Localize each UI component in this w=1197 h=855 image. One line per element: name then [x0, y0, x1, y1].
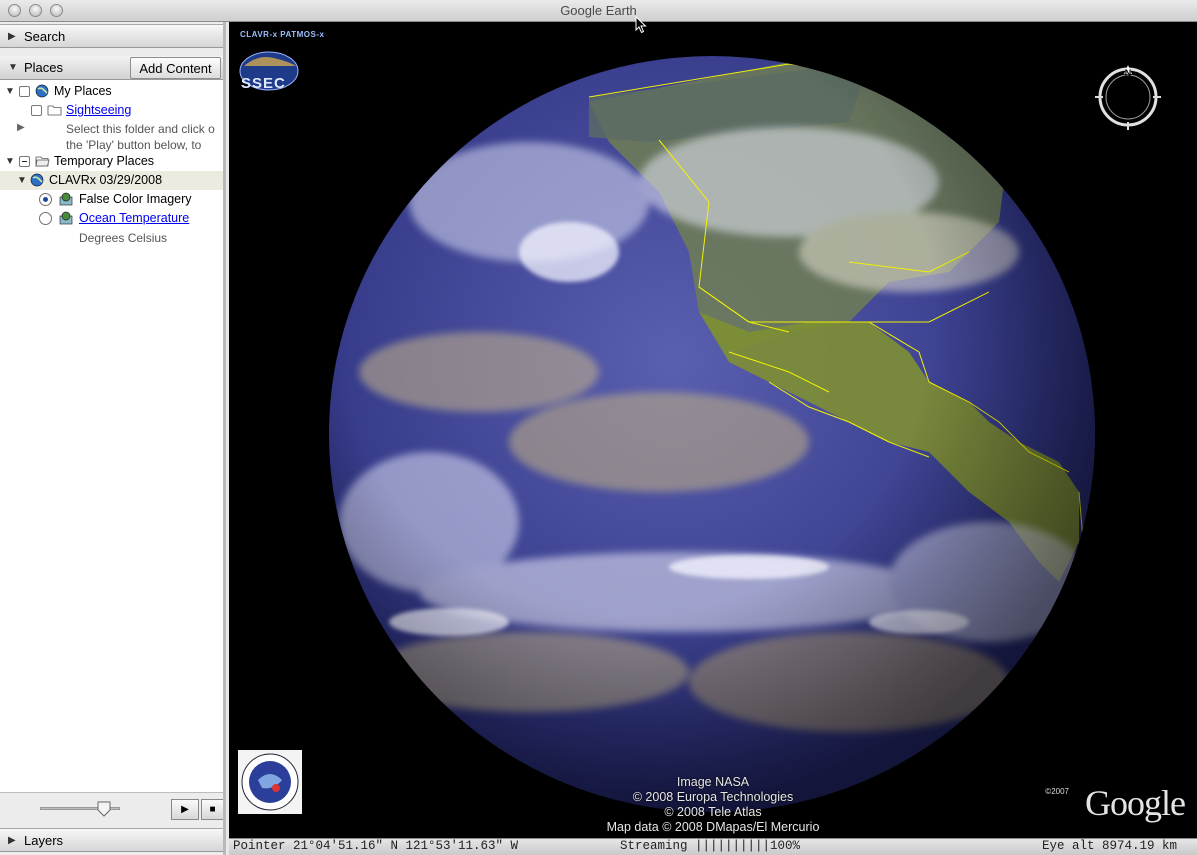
- tree-item-description: Select this folder and click o: [66, 122, 215, 136]
- sidebar: ▶ Search ▼ Places Add Content ▼ My Place…: [0, 22, 226, 855]
- tree-item-label: Temporary Places: [54, 154, 155, 168]
- places-tree: ▼ My Places Sightseeing ▶ Select this fo…: [0, 80, 223, 792]
- disclosure-triangle-icon[interactable]: ▶: [8, 31, 16, 42]
- tree-item-link[interactable]: Ocean Temperature: [79, 211, 189, 225]
- places-panel-header: ▼ Places Add Content: [0, 56, 223, 80]
- disclosure-triangle-icon[interactable]: ▼: [5, 156, 15, 167]
- google-copyright-year: ©2007: [1045, 787, 1069, 796]
- status-bar: Pointer 21°04'51.16" N 121°53'11.63" W S…: [229, 838, 1197, 855]
- tree-item-label: False Color Imagery: [79, 192, 192, 206]
- tour-controls: ▶ ■: [0, 792, 223, 826]
- eye-altitude: Eye alt 8974.19 km: [1042, 839, 1178, 853]
- disclosure-triangle-icon[interactable]: ▼: [8, 62, 18, 73]
- tree-item-description: the 'Play' button below, to: [66, 138, 202, 152]
- window-title: Google Earth: [560, 3, 637, 18]
- image-overlay-icon: [59, 211, 73, 225]
- navigation-compass[interactable]: N: [1093, 62, 1163, 132]
- attribution-line: © 2008 Tele Atlas: [664, 805, 762, 819]
- title-bar: Google Earth: [0, 0, 1197, 22]
- tree-item-ocean-temperature[interactable]: Ocean Temperature: [0, 209, 223, 228]
- earth-globe[interactable]: [229, 22, 1197, 838]
- streaming-status: Streaming ||||||||||100%: [620, 839, 801, 853]
- tree-item-link[interactable]: Sightseeing: [66, 103, 131, 117]
- checkbox[interactable]: [19, 156, 30, 167]
- tree-item-description: Degrees Celsius: [79, 231, 168, 245]
- slider-thumb[interactable]: [96, 801, 112, 817]
- add-content-button[interactable]: Add Content: [130, 57, 221, 79]
- disclosure-triangle-icon[interactable]: ▶: [8, 835, 16, 846]
- tree-item-clavrx[interactable]: ▼ CLAVRx 03/29/2008: [0, 171, 223, 190]
- disclosure-triangle-icon[interactable]: ▼: [17, 175, 27, 186]
- play-tour-button[interactable]: ▶: [171, 799, 199, 820]
- places-panel-label: Places: [24, 60, 64, 75]
- attribution-line: Map data © 2008 DMapas/El Mercurio: [606, 820, 820, 834]
- layers-panel-label: Layers: [24, 833, 64, 848]
- image-overlay-icon: [59, 192, 73, 206]
- layers-panel-header[interactable]: ▶ Layers: [0, 828, 223, 852]
- radio-button[interactable]: [39, 212, 52, 225]
- folder-icon: [47, 105, 62, 116]
- stop-tour-button[interactable]: ■: [201, 799, 223, 820]
- tree-item-label: My Places: [54, 84, 112, 98]
- earth-globe-icon: [30, 173, 44, 187]
- clavr-overlay-label: CLAVR-x PATMOS-x: [240, 30, 325, 39]
- tree-item-false-color-imagery[interactable]: False Color Imagery: [0, 190, 223, 209]
- disclosure-triangle-icon[interactable]: ▼: [5, 86, 15, 97]
- earth-3d-view[interactable]: CLAVR-x PATMOS-x SSEC N Image NASA © 200…: [229, 22, 1197, 838]
- tree-item-sightseeing[interactable]: Sightseeing: [0, 101, 223, 120]
- checkbox[interactable]: [19, 86, 30, 97]
- svg-text:N: N: [1125, 68, 1132, 78]
- checkbox[interactable]: [31, 105, 42, 116]
- tree-item-my-places[interactable]: ▼ My Places: [0, 82, 223, 101]
- earth-globe-icon: [35, 84, 49, 98]
- radio-button[interactable]: [39, 193, 52, 206]
- mouse-cursor-icon: [635, 16, 647, 34]
- pointer-coordinates: Pointer 21°04'51.16" N 121°53'11.63" W: [233, 839, 519, 853]
- search-panel-header[interactable]: ▶ Search: [0, 24, 223, 48]
- disclosure-triangle-icon[interactable]: ▶: [17, 122, 25, 133]
- ssec-logo-text: SSEC: [241, 75, 286, 92]
- tree-item-label: CLAVRx 03/29/2008: [49, 173, 163, 187]
- search-panel-label: Search: [24, 29, 66, 44]
- tree-item-temporary-places[interactable]: ▼ Temporary Places: [0, 152, 223, 171]
- google-logo: Google: [1085, 783, 1186, 823]
- folder-open-icon: [35, 156, 50, 167]
